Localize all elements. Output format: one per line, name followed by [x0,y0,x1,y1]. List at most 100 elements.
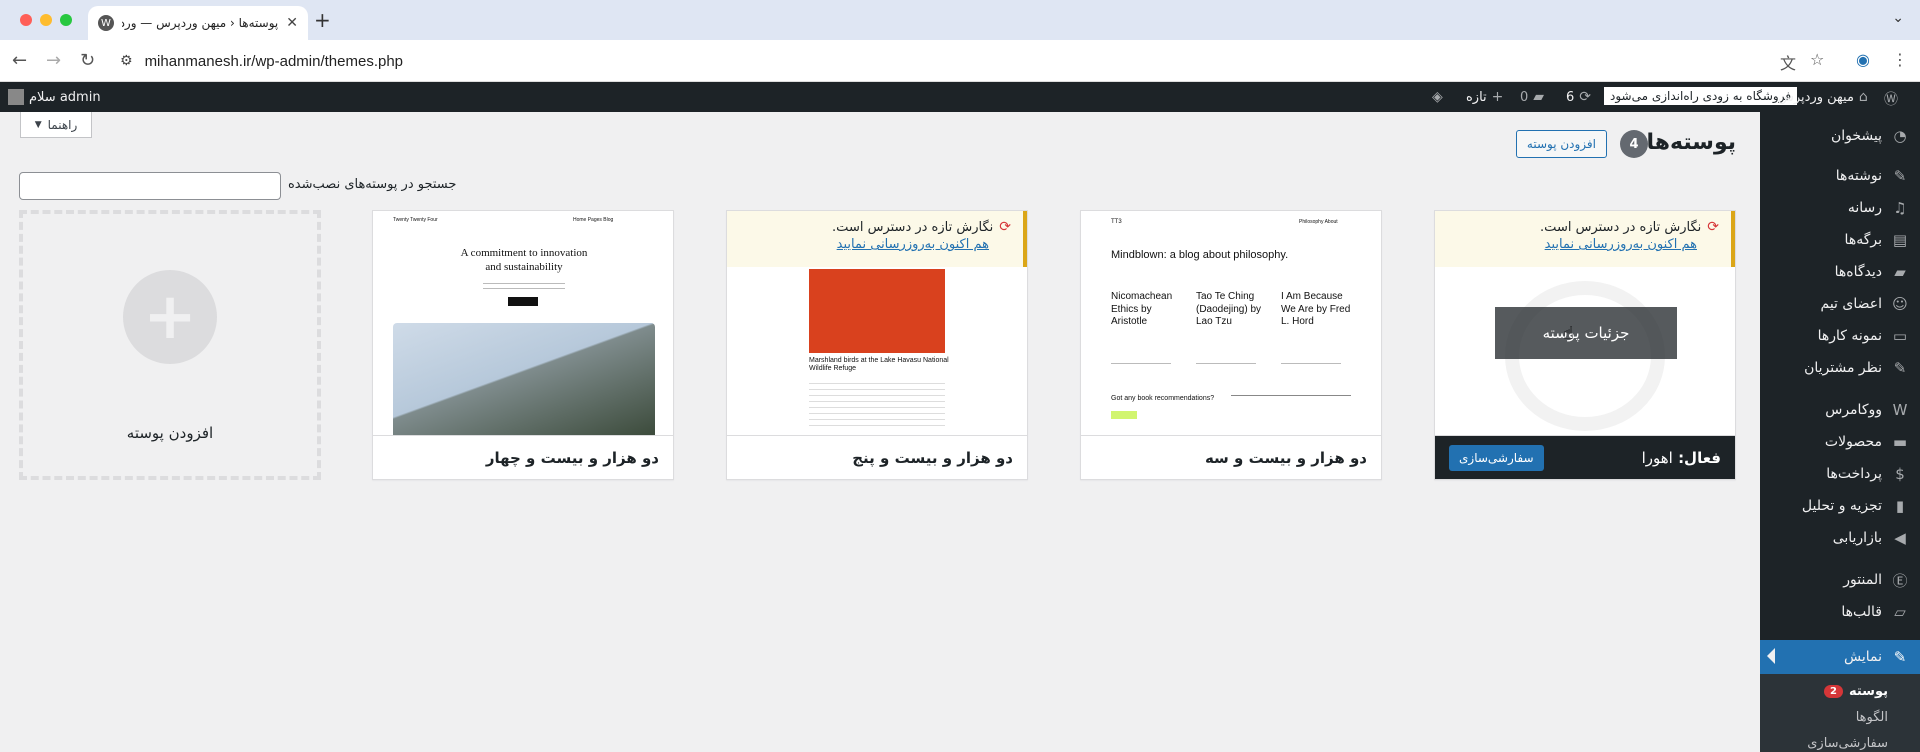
sidebar-item-templates[interactable]: ▱ قالب‌ها [1760,596,1920,628]
add-new-theme-button[interactable]: افزودن پوسته [1515,130,1607,158]
tt3-post-1: Nicomachean Ethics by Aristotle [1111,291,1173,327]
sidebar-item-posts[interactable]: ✎ نوشته‌ها [1760,160,1920,192]
tt4-headline: A commitment to innovation and sustainab… [460,247,588,273]
profile-icon[interactable]: ◉ [1856,50,1870,69]
theme-card-twenty-twenty-three[interactable]: TT3 Philosophy About Mindblown: a blog a… [1080,210,1382,480]
maximize-window-button[interactable] [60,14,72,26]
tt5-text-line [809,383,945,384]
translate-icon[interactable]: 文 [1780,50,1796,74]
pin-icon: ✎ [1893,167,1907,185]
sidebar-item-label: نمایش [1843,649,1882,665]
close-tab-icon[interactable]: ✕ [286,15,298,31]
tt5-text-line [809,389,945,390]
theme-count-badge: 4 [1620,130,1648,158]
updates-icon: ⟳ [1579,89,1592,105]
wp-admin-bar: سلام admin ◈ تازه + 0 ▰ 6 ⟳ فروشگاه به ز… [0,82,1920,112]
sidebar-item-analytics[interactable]: ▮ تجزیه و تحلیل [1760,490,1920,522]
sidebar-item-media[interactable]: ♫ رسانه [1760,192,1920,224]
submenu-item-label: پوسته [1848,683,1888,699]
sidebar-item-label: نوشته‌ها [1835,168,1882,184]
submenu-item-label: سفارشی‌سازی [1807,735,1888,751]
comment-icon: ▰ [1894,263,1906,281]
customize-button[interactable]: سفارشی‌سازی [1449,444,1544,471]
add-theme-label: افزودن پوسته [126,424,214,442]
sidebar-item-woocommerce[interactable]: W ووکامرس [1760,394,1920,426]
my-account-menu[interactable]: سلام admin [8,89,101,105]
site-settings-icon[interactable]: ⚙ [120,53,133,69]
submenu-item-customize[interactable]: سفارشی‌سازی [1760,730,1920,752]
plus-icon: + [1491,89,1504,105]
reload-icon[interactable]: ↻ [80,50,95,71]
updates-button[interactable]: 6 ⟳ [1566,89,1591,105]
site-name-menu[interactable]: میهن وردپرس ⌂ [1778,89,1868,105]
add-new-theme-tile[interactable]: + افزودن پوسته [19,210,321,480]
team-icon: ☺ [1892,295,1908,313]
theme-card-twenty-twenty-four[interactable]: Twenty Twenty Four Home Pages Blog A com… [372,210,674,480]
submenu-item-themes[interactable]: پوسته 2 [1760,678,1920,704]
bookmark-star-icon[interactable]: ☆ [1810,50,1824,69]
theme-screenshot: TT3 Philosophy About Mindblown: a blog a… [1081,211,1381,437]
updates-count: 6 [1566,89,1575,105]
sidebar-item-pages[interactable]: ▤ برگه‌ها [1760,224,1920,256]
new-tab-button[interactable]: + [314,8,331,32]
sidebar-item-marketing[interactable]: ◀ بازاریابی [1760,522,1920,554]
tt3-nav: Philosophy About [1299,219,1338,225]
wp-logo-menu[interactable]: Ⓦ [1884,89,1898,109]
store-coming-soon-notice[interactable]: فروشگاه به زودی راه‌اندازی می‌شود [1604,87,1798,105]
forward-icon[interactable]: → [46,50,61,71]
sidebar-item-elementor[interactable]: Ⓔ المنتور [1760,564,1920,596]
sidebar-item-comments[interactable]: ▰ دیدگاه‌ها [1760,256,1920,288]
sidebar-item-label: نظر مشتریان [1804,360,1882,376]
tt5-text-line [809,395,945,396]
close-window-button[interactable] [20,14,32,26]
payments-icon: $ [1895,465,1905,483]
theme-name: دو هزار و بیست و پنج [852,448,1013,467]
new-label: تازه [1466,89,1487,105]
sidebar-item-testimonials[interactable]: ✎ نظر مشتریان [1760,352,1920,384]
sidebar-item-dashboard[interactable]: ◔ پیشخوان [1760,120,1920,152]
sidebar-item-label: پرداخت‌ها [1826,466,1882,482]
submenu-item-patterns[interactable]: الگوها [1760,704,1920,730]
woo-icon: W [1892,401,1908,419]
main-content: راهنما ▼ پوسته‌ها 4 افزودن پوسته جستجو د… [0,112,1760,752]
update-notice-text: نگارش تازه در دسترس است. [832,219,994,235]
new-content-menu[interactable]: ◈ [1432,89,1443,105]
avatar [8,89,24,105]
tt3-headline: Mindblown: a blog about philosophy. [1111,249,1289,261]
minimize-window-button[interactable] [40,14,52,26]
tt4-text-line [483,283,565,284]
caret-down-icon: ▼ [34,119,42,130]
tab-search-chevron-icon[interactable]: ⌄ [1892,10,1904,26]
active-theme-name: فعال: اهورا [1642,449,1721,467]
theme-card-ahura[interactable]: ⟳ نگارش تازه در دسترس است. هم اکنون به‌ر… [1434,210,1736,480]
help-tab-button[interactable]: راهنما ▼ [20,112,92,138]
sidebar-item-portfolio[interactable]: ▭ نمونه کارها [1760,320,1920,352]
sidebar-item-products[interactable]: ▬ محصولات [1760,426,1920,458]
plus-icon: + [123,270,217,364]
sidebar-item-team[interactable]: ☺ اعضای تیم [1760,288,1920,320]
update-now-link[interactable]: هم اکنون به‌روزرسانی نمایید [1447,237,1719,252]
search-themes-input[interactable] [19,172,281,200]
address-bar[interactable]: ⚙ mihanmanesh.ir/wp-admin/themes.php [112,46,1822,76]
update-icon: ⟳ [999,219,1011,235]
theme-details-button[interactable]: جزئیات پوسته [1495,307,1677,359]
comments-button[interactable]: 0 ▰ [1520,89,1544,105]
back-icon[interactable]: ← [12,50,27,71]
update-now-link[interactable]: هم اکنون به‌روزرسانی نمایید [739,237,1011,252]
sidebar-item-label: پیشخوان [1830,128,1882,144]
theme-card-twenty-twenty-five[interactable]: Marshland birds at the Lake Havasu Natio… [726,210,1028,480]
tt3-button [1111,411,1137,419]
sidebar-item-appearance[interactable]: ✎ نمایش [1760,640,1920,674]
help-label: راهنما [47,117,78,132]
tt5-text-line [809,419,945,420]
browser-menu-icon[interactable]: ⋮ [1892,50,1908,69]
browser-tab[interactable]: W پوسته‌ها ‹ میهن وردپرس — وردپرس ✕ [88,6,308,40]
comments-count: 0 [1520,89,1529,105]
sidebar-item-payments[interactable]: $ پرداخت‌ها [1760,458,1920,490]
tt3-post-2: Tao Te Ching (Daodejing) by Lao Tzu [1196,291,1262,327]
media-icon: ♫ [1893,199,1907,217]
new-content-button[interactable]: تازه + [1466,89,1503,105]
pin-icon: ✎ [1893,359,1907,377]
products-icon: ▬ [1892,433,1908,451]
tt4-site-title: Twenty Twenty Four [393,217,438,223]
